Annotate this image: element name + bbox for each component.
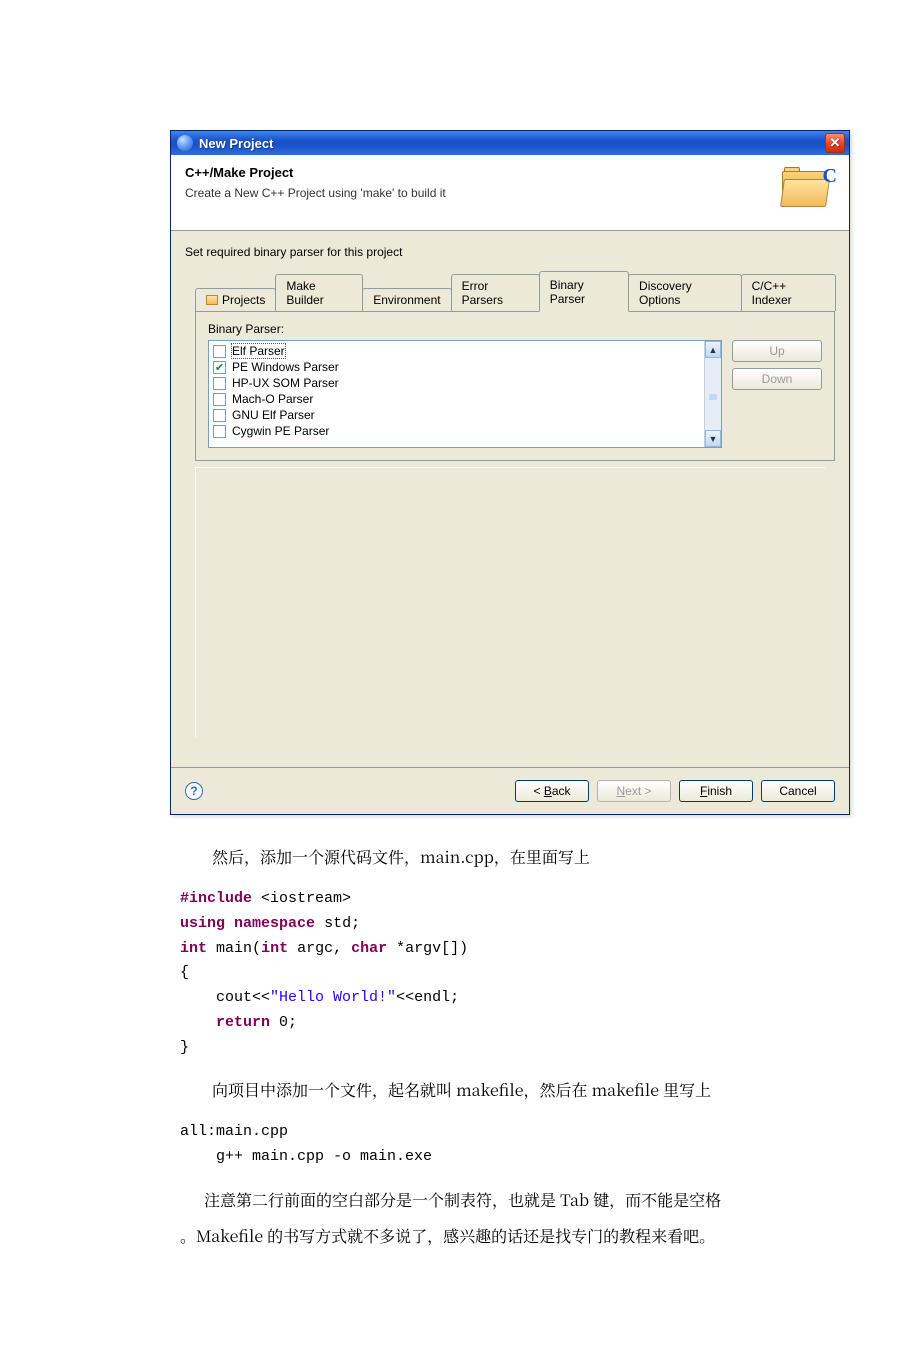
- tab-binary-parser[interactable]: Binary Parser: [539, 271, 629, 312]
- tab-make-builder[interactable]: Make Builder: [275, 274, 363, 311]
- tab-environment[interactable]: Environment: [362, 288, 451, 311]
- down-button[interactable]: Down: [732, 368, 822, 390]
- new-project-dialog: New Project ✕ C++/Make Project Create a …: [170, 130, 850, 815]
- tab-panel-binary-parser: Binary Parser: Elf Parser ✔ PE Windows P…: [195, 312, 835, 461]
- tab-label: Make Builder: [286, 279, 352, 307]
- window-title: New Project: [199, 136, 825, 151]
- tab-label: Projects: [222, 293, 265, 307]
- up-button[interactable]: Up: [732, 340, 822, 362]
- folder-icon: [206, 295, 218, 305]
- tab-discovery-options[interactable]: Discovery Options: [628, 274, 742, 311]
- tab-projects[interactable]: Projects: [195, 288, 276, 311]
- list-item[interactable]: Mach-O Parser: [213, 391, 700, 407]
- back-button[interactable]: < Back: [515, 780, 589, 802]
- wizard-banner: C++/Make Project Create a New C++ Projec…: [171, 155, 849, 231]
- code-block: #include <iostream> using namespace std;…: [180, 887, 820, 1060]
- list-item-label: PE Windows Parser: [232, 360, 339, 374]
- list-item-label: Elf Parser: [232, 344, 285, 358]
- list-item[interactable]: Cygwin PE Parser: [213, 423, 700, 439]
- tab-label: Binary Parser: [550, 278, 618, 306]
- scroll-track[interactable]: [705, 358, 721, 430]
- scrollbar[interactable]: ▲ ▼: [704, 341, 721, 447]
- list-item-label: GNU Elf Parser: [232, 408, 315, 422]
- tab-label: Error Parsers: [462, 279, 529, 307]
- article: 然后，添加一个源代码文件，main.cpp，在里面写上 #include <io…: [180, 843, 820, 1250]
- parser-listbox[interactable]: Elf Parser ✔ PE Windows Parser HP-UX SOM…: [208, 340, 722, 448]
- makefile-block: all:main.cpp g++ main.cpp -o main.exe: [180, 1120, 820, 1170]
- tabstrip: Projects Make Builder Environment Error …: [195, 271, 835, 312]
- list-item[interactable]: GNU Elf Parser: [213, 407, 700, 423]
- paragraph: 。Makefile 的书写方式就不多说了，感兴趣的话还是找专门的教程来看吧。: [180, 1222, 820, 1250]
- checkbox[interactable]: [213, 409, 226, 422]
- list-item[interactable]: Elf Parser: [213, 343, 700, 359]
- scroll-down-icon[interactable]: ▼: [705, 430, 721, 447]
- section-label: Set required binary parser for this proj…: [185, 245, 835, 259]
- paragraph: 然后，添加一个源代码文件，main.cpp，在里面写上: [180, 843, 820, 871]
- paragraph: 注意第二行前面的空白部分是一个制表符，也就是 Tab 键，而不能是空格: [180, 1186, 820, 1214]
- checkbox[interactable]: [213, 425, 226, 438]
- tab-label: Discovery Options: [639, 279, 731, 307]
- dialog-footer: ? < Back Next > Finish Cancel: [171, 767, 849, 814]
- app-icon: [177, 135, 193, 151]
- checkbox[interactable]: [213, 345, 226, 358]
- checkbox[interactable]: ✔: [213, 361, 226, 374]
- folder-c-icon: C: [780, 167, 835, 212]
- paragraph: 向项目中添加一个文件，起名就叫 makefile，然后在 makefile 里写…: [180, 1076, 820, 1104]
- list-item-label: Cygwin PE Parser: [232, 424, 329, 438]
- wizard-heading: C++/Make Project: [185, 165, 780, 180]
- tab-ccpp-indexer[interactable]: C/C++ Indexer: [741, 274, 836, 311]
- titlebar[interactable]: New Project ✕: [171, 131, 849, 155]
- tab-label: Environment: [373, 293, 440, 307]
- list-label: Binary Parser:: [208, 322, 722, 336]
- next-button: Next >: [597, 780, 671, 802]
- list-item[interactable]: HP-UX SOM Parser: [213, 375, 700, 391]
- details-panel: [195, 467, 825, 737]
- list-item[interactable]: ✔ PE Windows Parser: [213, 359, 700, 375]
- tab-error-parsers[interactable]: Error Parsers: [451, 274, 540, 311]
- scroll-up-icon[interactable]: ▲: [705, 341, 721, 358]
- finish-button[interactable]: Finish: [679, 780, 753, 802]
- tab-label: C/C++ Indexer: [752, 279, 825, 307]
- checkbox[interactable]: [213, 377, 226, 390]
- close-icon[interactable]: ✕: [825, 133, 845, 153]
- wizard-subheading: Create a New C++ Project using 'make' to…: [185, 186, 780, 200]
- help-icon[interactable]: ?: [185, 782, 203, 800]
- list-item-label: HP-UX SOM Parser: [232, 376, 339, 390]
- cancel-button[interactable]: Cancel: [761, 780, 835, 802]
- checkbox[interactable]: [213, 393, 226, 406]
- list-item-label: Mach-O Parser: [232, 392, 313, 406]
